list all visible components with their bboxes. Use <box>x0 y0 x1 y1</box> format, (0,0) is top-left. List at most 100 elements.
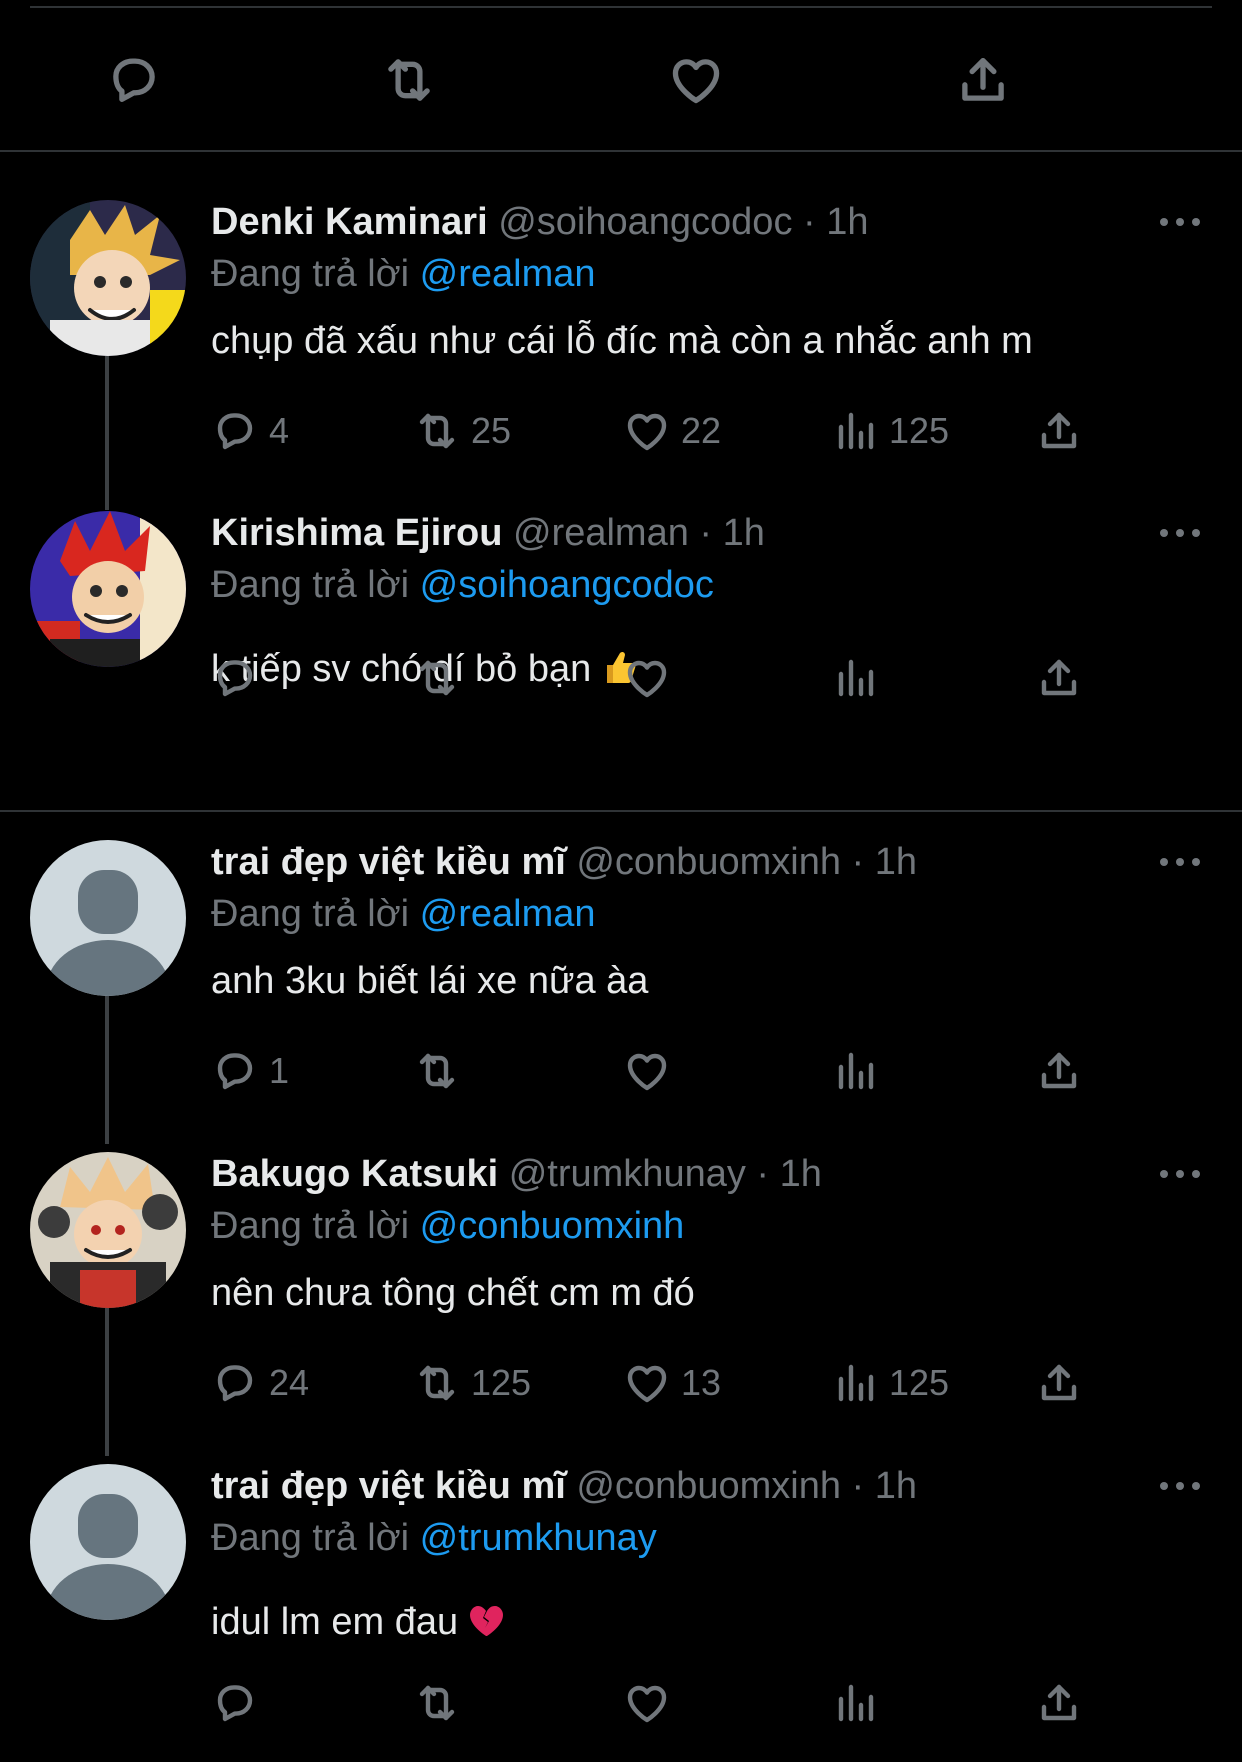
tweet-text-line: idul lm em đau <box>211 1599 506 1651</box>
reply-icon <box>211 1679 259 1727</box>
display-name[interactable]: trai đẹp việt kiều mĩ <box>211 841 566 883</box>
separator: · <box>699 512 713 554</box>
tweet-text: chụp đã xấu như cái lỗ đíc mà còn a nhắc… <box>211 320 1033 362</box>
views-count: 125 <box>889 410 950 451</box>
display-name[interactable]: Bakugo Katsuki <box>211 1153 498 1195</box>
reply-context: Đang trả lời @realman <box>211 252 596 296</box>
separator: · <box>803 201 816 243</box>
handle[interactable]: @soihoangcodoc <box>498 201 792 243</box>
display-name[interactable]: Denki Kaminari <box>211 201 488 243</box>
retweet-icon <box>413 407 461 455</box>
thread-line <box>105 352 109 510</box>
reply-button[interactable]: 24 <box>211 1358 309 1408</box>
reply-mention[interactable]: @trumkhunay <box>420 1517 657 1559</box>
reply-mention[interactable]: @realman <box>420 253 596 295</box>
reply-prefix: Đang trả lời <box>211 893 420 935</box>
like-button[interactable] <box>623 653 671 703</box>
tweet-text: nên chưa tông chết cm m đó <box>211 1272 695 1314</box>
like-button[interactable]: 22 <box>623 406 721 456</box>
share-button[interactable] <box>1035 1678 1083 1728</box>
views-button[interactable]: 125 <box>831 406 949 456</box>
avatar[interactable] <box>30 1464 186 1620</box>
timestamp[interactable]: 1h <box>723 512 765 554</box>
like-count: 13 <box>681 1362 722 1403</box>
avatar[interactable] <box>30 200 186 356</box>
share-button[interactable] <box>1035 406 1083 456</box>
retweet-icon[interactable] <box>379 50 439 110</box>
handle[interactable]: @conbuomxinh <box>576 1465 841 1507</box>
retweet-icon <box>413 1679 461 1727</box>
like-icon <box>623 1359 671 1407</box>
reply-mention[interactable]: @conbuomxinh <box>420 1205 685 1247</box>
reply-count: 4 <box>269 410 290 451</box>
tweet-actions: 4 25 22 125 <box>211 406 1111 456</box>
views-button[interactable]: 125 <box>831 1358 949 1408</box>
retweet-icon <box>413 1047 461 1095</box>
reply-prefix: Đang trả lời <box>211 564 420 606</box>
timestamp[interactable]: 1h <box>826 201 868 243</box>
like-button[interactable] <box>623 1678 671 1728</box>
views-button[interactable] <box>831 1678 879 1728</box>
reply-prefix: Đang trả lời <box>211 253 420 295</box>
retweet-button[interactable]: 25 <box>413 406 511 456</box>
reply-count: 24 <box>269 1362 310 1403</box>
reply-button[interactable] <box>211 653 259 703</box>
retweet-count: 25 <box>471 410 512 451</box>
reply-mention[interactable]: @soihoangcodoc <box>420 564 714 606</box>
share-button[interactable] <box>1035 1046 1083 1096</box>
tweet-header: Denki Kaminari @soihoangcodoc · 1h <box>211 200 869 244</box>
default-avatar-icon <box>30 840 186 996</box>
timestamp[interactable]: 1h <box>780 1153 822 1195</box>
like-icon[interactable] <box>666 50 726 110</box>
views-button[interactable] <box>831 653 879 703</box>
more-options-icon[interactable] <box>1160 1170 1200 1180</box>
thread-line <box>105 994 109 1144</box>
more-options-icon[interactable] <box>1160 1482 1200 1492</box>
more-options-icon[interactable] <box>1160 529 1200 539</box>
reply-context: Đang trả lời @soihoangcodoc <box>211 563 714 607</box>
retweet-button[interactable] <box>413 1046 461 1096</box>
share-button[interactable] <box>1035 653 1083 703</box>
display-name[interactable]: trai đẹp việt kiều mĩ <box>211 1465 566 1507</box>
like-button[interactable]: 13 <box>623 1358 721 1408</box>
like-button[interactable] <box>623 1046 671 1096</box>
avatar[interactable] <box>30 511 186 667</box>
avatar[interactable] <box>30 840 186 996</box>
share-icon[interactable] <box>953 50 1013 110</box>
retweet-count: 125 <box>471 1362 532 1403</box>
broken-heart-emoji-icon <box>466 1600 506 1651</box>
reply-button[interactable]: 1 <box>211 1046 289 1096</box>
more-options-icon[interactable] <box>1160 858 1200 868</box>
tweet-header: trai đẹp việt kiều mĩ @conbuomxinh · 1h <box>211 1464 917 1508</box>
more-options-icon[interactable] <box>1160 218 1200 228</box>
reply-button[interactable]: 4 <box>211 406 289 456</box>
retweet-button[interactable] <box>413 1678 461 1728</box>
retweet-button[interactable] <box>413 653 461 703</box>
views-icon <box>831 407 879 455</box>
reply-prefix: Đang trả lời <box>211 1517 420 1559</box>
avatar[interactable] <box>30 1152 186 1308</box>
tweet-header: trai đẹp việt kiều mĩ @conbuomxinh · 1h <box>211 840 917 884</box>
display-name[interactable]: Kirishima Ejirou <box>211 512 502 554</box>
handle[interactable]: @conbuomxinh <box>576 841 841 883</box>
tweet-text: anh 3ku biết lái xe nữa àa <box>211 960 649 1002</box>
reply-icon[interactable] <box>104 50 164 110</box>
handle[interactable]: @trumkhunay <box>509 1153 746 1195</box>
tweet-actions: 24 125 13 125 <box>211 1358 1111 1408</box>
like-count: 22 <box>681 410 722 451</box>
share-icon <box>1035 1047 1083 1095</box>
thread-divider <box>0 810 1242 812</box>
reply-count: 1 <box>269 1050 290 1091</box>
reply-mention[interactable]: @realman <box>420 893 596 935</box>
share-button[interactable] <box>1035 1358 1083 1408</box>
handle[interactable]: @realman <box>513 512 689 554</box>
timestamp[interactable]: 1h <box>875 841 917 883</box>
reply-button[interactable] <box>211 1678 259 1728</box>
views-icon <box>831 1359 879 1407</box>
timestamp[interactable]: 1h <box>875 1465 917 1507</box>
thread-line <box>105 1306 109 1456</box>
separator: · <box>756 1153 770 1195</box>
retweet-button[interactable]: 125 <box>413 1358 531 1408</box>
retweet-icon <box>413 1359 461 1407</box>
views-button[interactable] <box>831 1046 879 1096</box>
